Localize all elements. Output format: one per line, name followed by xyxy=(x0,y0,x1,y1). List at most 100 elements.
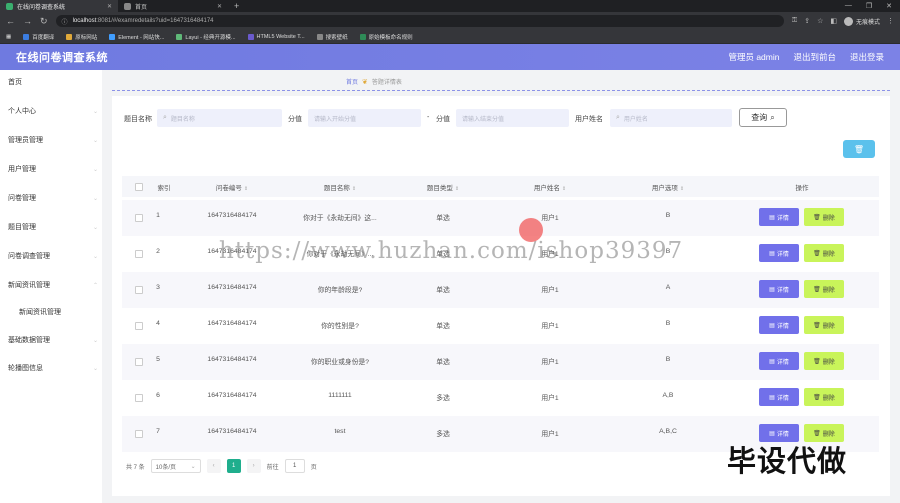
cell-user: 用户1 xyxy=(541,323,559,330)
delete-button[interactable]: 🗑 删除 xyxy=(804,208,844,226)
col-type[interactable]: 题目类型 ⇕ xyxy=(427,182,459,192)
url-path: :8081/#/examredetails?uid=1647316484174 xyxy=(96,18,214,24)
row-checkbox[interactable] xyxy=(135,358,143,366)
sidebar-item-survey[interactable]: 问卷调查管理 ⌄ xyxy=(8,251,98,261)
tab-close-icon[interactable]: ✕ xyxy=(107,3,112,10)
col-code[interactable]: 问卷编号 ⇕ xyxy=(216,182,248,192)
detail-button[interactable]: ▤ 详情 xyxy=(759,280,799,298)
browser-tab-active[interactable]: 在线问卷调查系统 ✕ xyxy=(0,0,118,12)
sidebar-item-questions[interactable]: 题目管理 ⌄ xyxy=(8,222,98,232)
sidebar-item-carousel[interactable]: 轮播图信息 ⌄ xyxy=(8,363,98,373)
detail-button[interactable]: ▤ 详情 xyxy=(759,316,799,334)
detail-button[interactable]: ▤ 详情 xyxy=(759,244,799,262)
doc-icon: ▤ xyxy=(769,358,775,365)
row-checkbox[interactable] xyxy=(135,286,143,294)
extensions-icon[interactable]: ◧ xyxy=(830,17,837,25)
score-start-input[interactable]: 请输入开始分值 xyxy=(308,109,421,127)
page-number-current[interactable]: 1 xyxy=(226,459,241,473)
bookmark-item[interactable]: Layui - 经典开源模... xyxy=(176,33,236,41)
detail-button[interactable]: ▤ 详情 xyxy=(759,388,799,406)
bookmark-item[interactable]: Element - 网站快... xyxy=(109,33,164,41)
table-row: 5 1647316484174 你的职业或身份是? 单选 用户1 B ▤ 详情 🗑… xyxy=(122,344,879,380)
incognito-avatar-icon xyxy=(843,16,853,26)
tab-close-icon[interactable]: ✕ xyxy=(217,3,222,10)
col-title[interactable]: 题目名称 ⇕ xyxy=(324,182,356,192)
delete-button[interactable]: 🗑 删除 xyxy=(804,352,844,370)
detail-button[interactable]: ▤ 详情 xyxy=(759,208,799,226)
col-user[interactable]: 用户姓名 ⇕ xyxy=(534,182,566,192)
delete-button[interactable]: 🗑 删除 xyxy=(804,244,844,262)
search-icon: ⌕ xyxy=(163,114,167,121)
admin-user-link[interactable]: 管理员 admin xyxy=(728,51,779,63)
bookmark-item[interactable]: 原标网站 xyxy=(66,33,97,41)
profile-button[interactable]: 无痕模式 xyxy=(843,16,880,26)
maximize-icon[interactable]: ❐ xyxy=(866,2,872,10)
doc-icon: ▤ xyxy=(769,286,775,293)
sidebar-item-home[interactable]: 首页 xyxy=(8,77,98,87)
reload-icon[interactable]: ↻ xyxy=(40,16,48,27)
detail-button[interactable]: ▤ 详情 xyxy=(759,352,799,370)
sidebar-item-users[interactable]: 用户管理 ⌄ xyxy=(8,164,98,174)
cell-title: 你的年龄段是? xyxy=(317,287,363,294)
apps-grid-icon[interactable]: ▦ xyxy=(6,34,11,40)
user-search-input[interactable]: ⌕ 用户姓名 xyxy=(610,109,732,127)
bookmark-item[interactable]: 百度翻译 xyxy=(23,33,54,41)
trash-icon: 🗑 xyxy=(813,430,821,437)
chevron-down-icon: ⌄ xyxy=(92,337,98,344)
page-size-select[interactable]: 10条/页 ⌄ xyxy=(150,459,201,473)
sidebar-item-profile[interactable]: 个人中心 ⌄ xyxy=(8,106,98,116)
row-checkbox[interactable] xyxy=(135,322,143,330)
col-option[interactable]: 用户选项 ⇕ xyxy=(652,182,684,192)
delete-button[interactable]: 🗑 删除 xyxy=(804,388,844,406)
bookmark-item[interactable]: 原始模板命名规则 xyxy=(359,33,413,41)
forward-icon[interactable]: → xyxy=(23,16,32,26)
title-search-input[interactable]: ⌕ 题目名称 xyxy=(157,109,282,127)
exit-to-frontend-link[interactable]: 退出到前台 xyxy=(793,51,836,63)
sidebar-item-questionnaire[interactable]: 问卷管理 ⌄ xyxy=(8,193,98,203)
goto-page-input[interactable]: 1 xyxy=(284,459,305,473)
sidebar-item-base-data[interactable]: 基础数据管理 ⌄ xyxy=(8,335,98,345)
bookmark-favicon-icon xyxy=(316,33,323,40)
new-tab-icon[interactable]: + xyxy=(228,1,245,11)
row-checkbox[interactable] xyxy=(135,394,143,402)
next-page-button[interactable]: › xyxy=(246,459,261,473)
url-input[interactable]: ⓘ localhost:8081/#/examredetails?uid=164… xyxy=(55,15,784,27)
menu-dots-icon[interactable]: ⋮ xyxy=(887,17,894,25)
sidebar-item-admin[interactable]: 管理员管理 ⌄ xyxy=(8,135,98,145)
doc-icon: ▤ xyxy=(769,322,775,329)
query-button[interactable]: 查询 ⌕ xyxy=(739,108,787,127)
header-links: 管理员 admin 退出到前台 退出登录 xyxy=(728,51,884,63)
bookmark-star-icon[interactable]: ☆ xyxy=(817,17,823,25)
trash-icon: 🗑 xyxy=(813,286,821,293)
browser-tab[interactable]: 首页 ✕ xyxy=(118,0,228,12)
bookmark-item[interactable]: HTML5 Website T... xyxy=(247,33,305,40)
cell-title: 你的性别是? xyxy=(321,323,359,330)
batch-delete-button[interactable]: 🗑 xyxy=(843,140,875,158)
bookmark-item[interactable]: 搜索壁纸 xyxy=(316,33,348,41)
score-filter-label: 分值 xyxy=(288,116,302,123)
prev-page-button[interactable]: ‹ xyxy=(206,459,221,473)
sidebar-item-news[interactable]: 新闻资讯管理 ⌃ xyxy=(8,280,98,290)
row-checkbox[interactable] xyxy=(135,250,143,258)
minimize-icon[interactable]: — xyxy=(845,2,852,10)
share-icon[interactable]: ⇪ xyxy=(804,17,810,25)
chevron-down-icon: ⌄ xyxy=(92,108,98,115)
breadcrumb-home[interactable]: 首页 xyxy=(346,77,358,86)
cell-user: 用户1 xyxy=(541,215,559,222)
key-icon[interactable]: ⚿ xyxy=(792,17,797,25)
cell-type: 多选 xyxy=(436,395,450,402)
row-checkbox[interactable] xyxy=(135,430,143,438)
cell-index: 7 xyxy=(156,428,160,435)
doc-icon: ▤ xyxy=(769,394,775,401)
delete-button[interactable]: 🗑 删除 xyxy=(804,316,844,334)
score-end-input[interactable]: 请输入结束分值 xyxy=(456,109,569,127)
select-all-checkbox[interactable] xyxy=(135,183,143,191)
row-checkbox[interactable] xyxy=(135,214,143,222)
range-dash: - xyxy=(427,114,430,121)
logout-link[interactable]: 退出登录 xyxy=(850,51,884,63)
close-window-icon[interactable]: ✕ xyxy=(886,2,892,10)
sidebar-subitem-news[interactable]: 新闻资讯管理 xyxy=(19,307,109,317)
cell-index: 6 xyxy=(156,392,160,399)
delete-button[interactable]: 🗑 删除 xyxy=(804,280,844,298)
back-icon[interactable]: ← xyxy=(6,16,15,26)
